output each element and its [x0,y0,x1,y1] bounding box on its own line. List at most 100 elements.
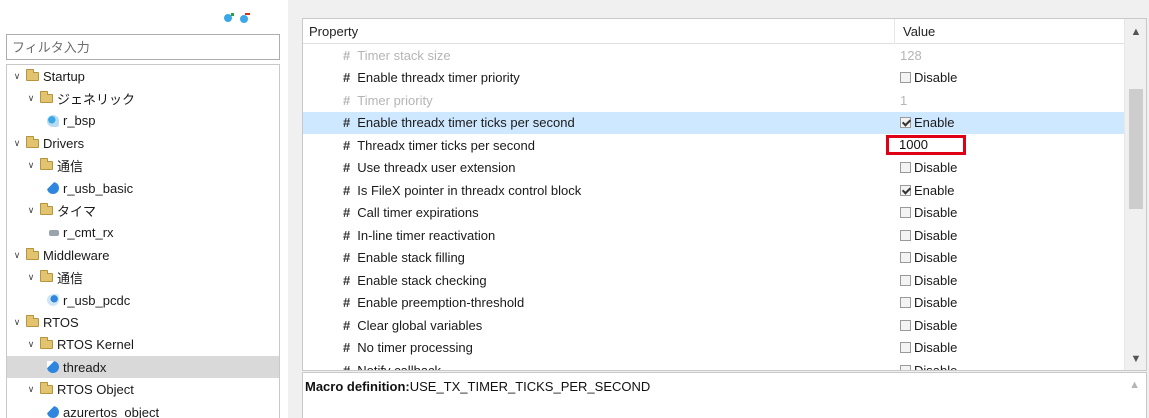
property-row[interactable]: # Clear global variables Disable [303,314,1125,337]
property-row[interactable]: # Call timer expirations Disable [303,202,1125,225]
tree-folder[interactable]: ∨ Middleware [7,244,279,266]
column-header-property[interactable]: Property [303,19,895,44]
chevron-down-icon[interactable]: ∨ [25,384,37,395]
property-name: # Timer priority [343,93,433,108]
property-hash-icon: # [343,137,351,153]
checkbox-unchecked[interactable] [900,72,911,84]
property-scrollbar[interactable]: ▲ ▼ [1124,19,1146,370]
checkbox-checked[interactable] [900,184,911,196]
property-value[interactable]: 1000 [886,135,966,156]
checkbox-unchecked[interactable] [900,297,911,309]
checkbox-unchecked[interactable] [900,207,911,219]
property-row[interactable]: # Enable threadx timer priority Disable [303,67,1125,90]
checkbox-unchecked[interactable] [900,342,911,354]
usb-component-icon [47,182,59,194]
property-row[interactable]: # Enable preemption-threshold Disable [303,292,1125,315]
property-value[interactable]: Disable [900,160,957,175]
property-hash-icon: # [343,250,351,266]
chevron-down-icon[interactable]: ∨ [11,71,23,82]
ticks-per-second-value-input[interactable]: 1000 [886,135,966,156]
chevron-down-icon[interactable]: ∨ [11,138,23,149]
tree-item-label: タイマ [57,203,97,219]
tree-folder[interactable]: ∨ Drivers [7,132,279,154]
property-row[interactable]: # Enable threadx timer ticks per second En… [303,111,1125,134]
property-name-text: Clear global variables [357,317,483,333]
tree-component[interactable]: r_usb_basic [7,177,279,199]
property-row[interactable]: # Timer priority 1 [303,89,1125,112]
tree-folder[interactable]: ∨ Startup [7,65,279,87]
checkbox-unchecked[interactable] [900,274,911,286]
chevron-down-icon[interactable]: ∨ [11,250,23,261]
property-value[interactable]: Disable [900,70,957,85]
property-value[interactable]: Disable [900,250,957,265]
macro-scroll-up-icon: ▲ [1129,379,1140,391]
chevron-down-icon[interactable]: ∨ [25,205,37,216]
property-value[interactable]: Disable [900,362,958,371]
component-tree: ∨ Startup ∨ ジェネリック r_bsp ∨ Drivers ∨ 通信 r_usb_bas… [6,64,280,418]
checkbox-checked[interactable] [900,117,911,129]
tree-folder[interactable]: ∨ RTOS [7,311,279,333]
property-value[interactable]: Enable [900,115,954,130]
macro-definition-value: USE_TX_TIMER_TICKS_PER_SECOND [409,379,651,394]
property-value-text: Disable [914,205,958,221]
checkbox-unchecked[interactable] [900,319,911,331]
property-row[interactable]: # Enable stack filling Disable [303,247,1125,270]
property-row[interactable]: # Timer stack size 128 [303,44,1125,67]
checkbox-unchecked[interactable] [900,252,911,264]
property-name: # Use threadx user extension [343,160,516,175]
scroll-thumb[interactable] [1129,89,1143,209]
property-value-text: Disable [914,362,958,371]
property-row[interactable]: # Notify callback Disable [303,359,1125,371]
property-value-text: 128 [900,47,922,63]
tree-toolbar [223,12,250,28]
property-row[interactable]: # In-line timer reactivation Disable [303,224,1125,247]
remove-component-icon[interactable] [238,12,250,28]
chevron-down-icon[interactable]: ∨ [25,339,37,350]
property-value-text: Disable [914,227,958,243]
tree-folder[interactable]: ∨ 通信 [7,267,279,289]
tree-component[interactable]: r_cmt_rx [7,222,279,244]
bsp-component-icon [47,114,59,127]
property-value[interactable]: Enable [900,183,954,198]
property-row[interactable]: # Is FileX pointer in threadx control blo… [303,179,1125,202]
property-value[interactable]: Disable [900,318,957,333]
pane-splitter[interactable] [288,0,302,418]
tree-component[interactable]: threadx [7,356,279,379]
add-component-icon[interactable] [223,12,235,28]
property-value[interactable]: Disable [900,295,957,310]
property-value[interactable]: Disable [900,228,957,243]
property-row[interactable]: # Enable stack checking Disable [303,269,1125,292]
tree-folder[interactable]: ∨ RTOS Object [7,379,279,401]
checkbox-unchecked[interactable] [900,229,911,241]
chevron-down-icon[interactable]: ∨ [11,317,23,328]
property-row[interactable]: # Use threadx user extension Disable [303,157,1125,180]
property-hash-icon: # [343,227,351,243]
property-value[interactable]: Disable [900,205,957,220]
tree-component[interactable]: r_bsp [7,110,279,132]
property-value-text: Disable [914,272,958,288]
property-name: # Enable threadx timer ticks per second [343,115,575,130]
tree-component[interactable]: azurertos_object [7,401,279,418]
checkbox-unchecked[interactable] [900,364,911,370]
property-value[interactable]: Disable [900,273,957,288]
property-row[interactable]: # No timer processing Disable [303,337,1125,360]
tree-folder[interactable]: ∨ タイマ [7,199,279,221]
scroll-up-icon[interactable]: ▲ [1125,21,1146,43]
property-row[interactable]: # Threadx timer ticks per second 1000 [303,134,1125,157]
column-header-value[interactable]: Value [895,19,1125,44]
tree-folder[interactable]: ∨ ジェネリック [7,87,279,109]
property-name-text: Enable threadx timer priority [357,70,520,86]
chevron-down-icon[interactable]: ∨ [25,93,37,104]
filter-input[interactable] [6,34,280,60]
tree-folder[interactable]: ∨ 通信 [7,155,279,177]
tree-folder[interactable]: ∨ RTOS Kernel [7,334,279,356]
property-value[interactable]: Disable [900,340,957,355]
property-name-text: Is FileX pointer in threadx control bloc… [357,182,582,198]
scroll-down-icon[interactable]: ▼ [1125,348,1146,370]
checkbox-unchecked[interactable] [900,162,911,174]
threadx-component-icon [47,361,59,374]
tree-component[interactable]: r_usb_pcdc [7,289,279,311]
property-hash-icon: # [343,70,351,86]
chevron-down-icon[interactable]: ∨ [25,272,37,283]
chevron-down-icon[interactable]: ∨ [25,160,37,171]
